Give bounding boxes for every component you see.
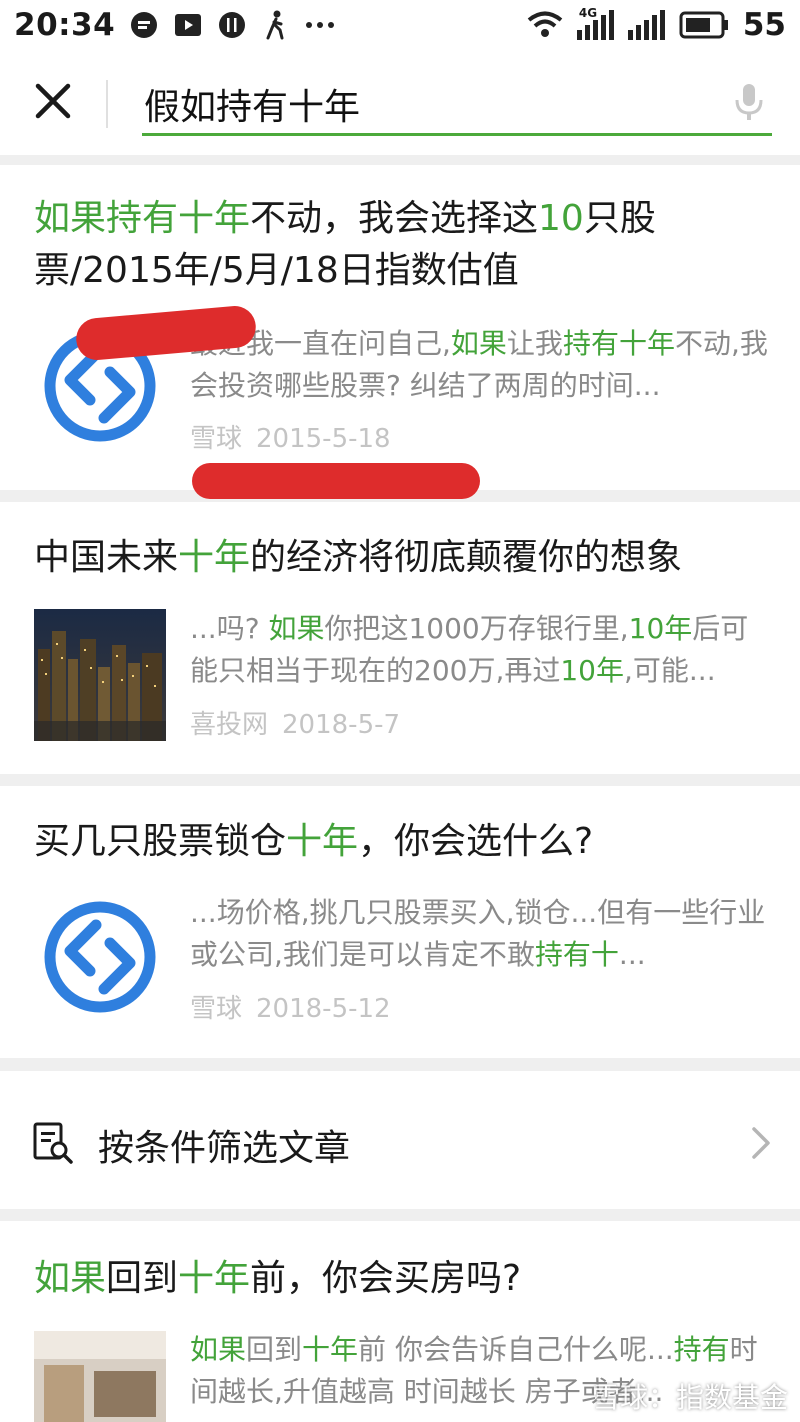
divider (106, 80, 108, 128)
highlighted-text: 10 (538, 198, 584, 239)
network-type: 4G (578, 6, 598, 20)
microphone-icon[interactable] (732, 82, 766, 122)
result-meta: 雪球 2015-5-18 (190, 418, 405, 455)
result-title[interactable]: 如果回到十年前，你会买房吗? (34, 1253, 770, 1305)
result-card[interactable]: 买几只股票锁仓十年，你会选什么? ...场价格,挑几只股票买入,锁仓...但有一… (0, 786, 800, 1058)
result-title[interactable]: 买几只股票锁仓十年，你会选什么? (34, 816, 770, 868)
close-icon[interactable] (30, 78, 76, 124)
highlighted-text: 十年 (178, 1258, 251, 1299)
result-title[interactable]: 中国未来十年的经济将彻底颠覆你的想象 (34, 532, 770, 584)
text-segment: 不动，我会选择这 (250, 198, 539, 239)
highlighted-text: 十年 (286, 821, 359, 862)
text-segment: 前，你会买房吗? (250, 1258, 522, 1299)
text-segment: 你把这1000万存银行里, (324, 612, 629, 645)
result-date: 2015-5-18 (256, 424, 391, 454)
watermark: 雪球：指数基金 (591, 1381, 788, 1414)
text-segment: 回到 (106, 1258, 179, 1299)
highlighted-text: 10年 (628, 612, 693, 645)
filter-document-icon (33, 1122, 73, 1164)
filter-articles-row[interactable]: 按条件筛选文章 (0, 1071, 800, 1209)
result-title[interactable]: 如果持有十年不动，我会选择这10只股票/2015年/5月/18日指数估值 (34, 193, 770, 297)
battery-level: 55 (742, 7, 786, 43)
signal-icon: 4G (576, 6, 614, 40)
text-segment: 的经济将彻底颠覆你的想象 (250, 537, 683, 578)
text-segment: ... (618, 938, 646, 971)
status-time: 20:34 (14, 7, 116, 43)
result-snippet: 最近我一直在问自己,如果让我持有十年不动,我会投资哪些股票? 纠结了两周的时间.… (190, 323, 772, 407)
message-icon (129, 10, 159, 40)
text-segment: 买几只股票锁仓 (34, 821, 287, 862)
text-segment: 让我 (506, 327, 563, 360)
text-segment: 中国未来 (34, 537, 179, 578)
text-segment: ,可能... (624, 654, 716, 687)
chevron-right-icon[interactable] (750, 1125, 772, 1161)
result-meta: 雪球 2018-5-12 (190, 988, 405, 1025)
highlighted-text: 持有十 (534, 938, 619, 971)
highlighted-text: 如果 (34, 1258, 107, 1299)
text-segment: ，你会选什么? (358, 821, 594, 862)
video-icon (173, 10, 203, 40)
text-segment: ...吗? (190, 612, 269, 645)
result-snippet: ...吗? 如果你把这1000万存银行里,10年后可能只相当于现在的200万,再… (190, 608, 772, 692)
filter-label[interactable]: 按条件筛选文章 (98, 1119, 350, 1171)
search-bar: 假如持有十年 (0, 50, 800, 155)
text-segment: ...场价格,挑几只股票买入,锁仓...但有一些行业或公司,我们是可以肯定不敢 (190, 896, 766, 971)
walking-icon (261, 10, 291, 40)
text-segment: 前 你会告诉自己什么呢... (358, 1333, 674, 1366)
highlighted-text: 如果 (268, 612, 325, 645)
highlighted-text: 持有十年 (562, 327, 675, 360)
more-icon (305, 10, 335, 40)
status-bar: 20:34 4G 55 (0, 0, 800, 50)
highlighted-text: 十年 (178, 537, 251, 578)
xueqiu-logo (44, 901, 156, 1013)
highlighted-text: 如果 (190, 1333, 247, 1366)
red-marker-stroke (192, 463, 480, 499)
search-input[interactable]: 假如持有十年 (142, 68, 772, 136)
search-query[interactable]: 假如持有十年 (144, 78, 360, 130)
result-snippet: ...场价格,挑几只股票买入,锁仓...但有一些行业或公司,我们是可以肯定不敢持… (190, 892, 772, 976)
result-date: 2018-5-7 (282, 710, 401, 740)
highlighted-text: 持有 (673, 1333, 730, 1366)
highlighted-text: 如果持有十年 (34, 198, 251, 239)
highlighted-text: 10年 (560, 654, 624, 687)
result-source: 雪球 (190, 994, 243, 1024)
city-night-photo (34, 609, 166, 741)
result-source: 雪球 (190, 424, 243, 454)
wifi-icon (527, 10, 563, 40)
battery-icon (679, 11, 729, 39)
result-date: 2018-5-12 (256, 994, 391, 1024)
highlighted-text: 十年 (302, 1333, 359, 1366)
result-source: 喜投网 (190, 710, 269, 740)
text-segment: 回到 (246, 1333, 303, 1366)
signal-icon (627, 10, 665, 40)
result-meta: 喜投网 2018-5-7 (190, 704, 414, 741)
interior-photo (34, 1331, 166, 1422)
result-card[interactable]: 中国未来十年的经济将彻底颠覆你的想象 ...吗? 如果你把这1000万存银行里,… (0, 502, 800, 774)
food-icon (217, 10, 247, 40)
highlighted-text: 如果 (450, 327, 507, 360)
